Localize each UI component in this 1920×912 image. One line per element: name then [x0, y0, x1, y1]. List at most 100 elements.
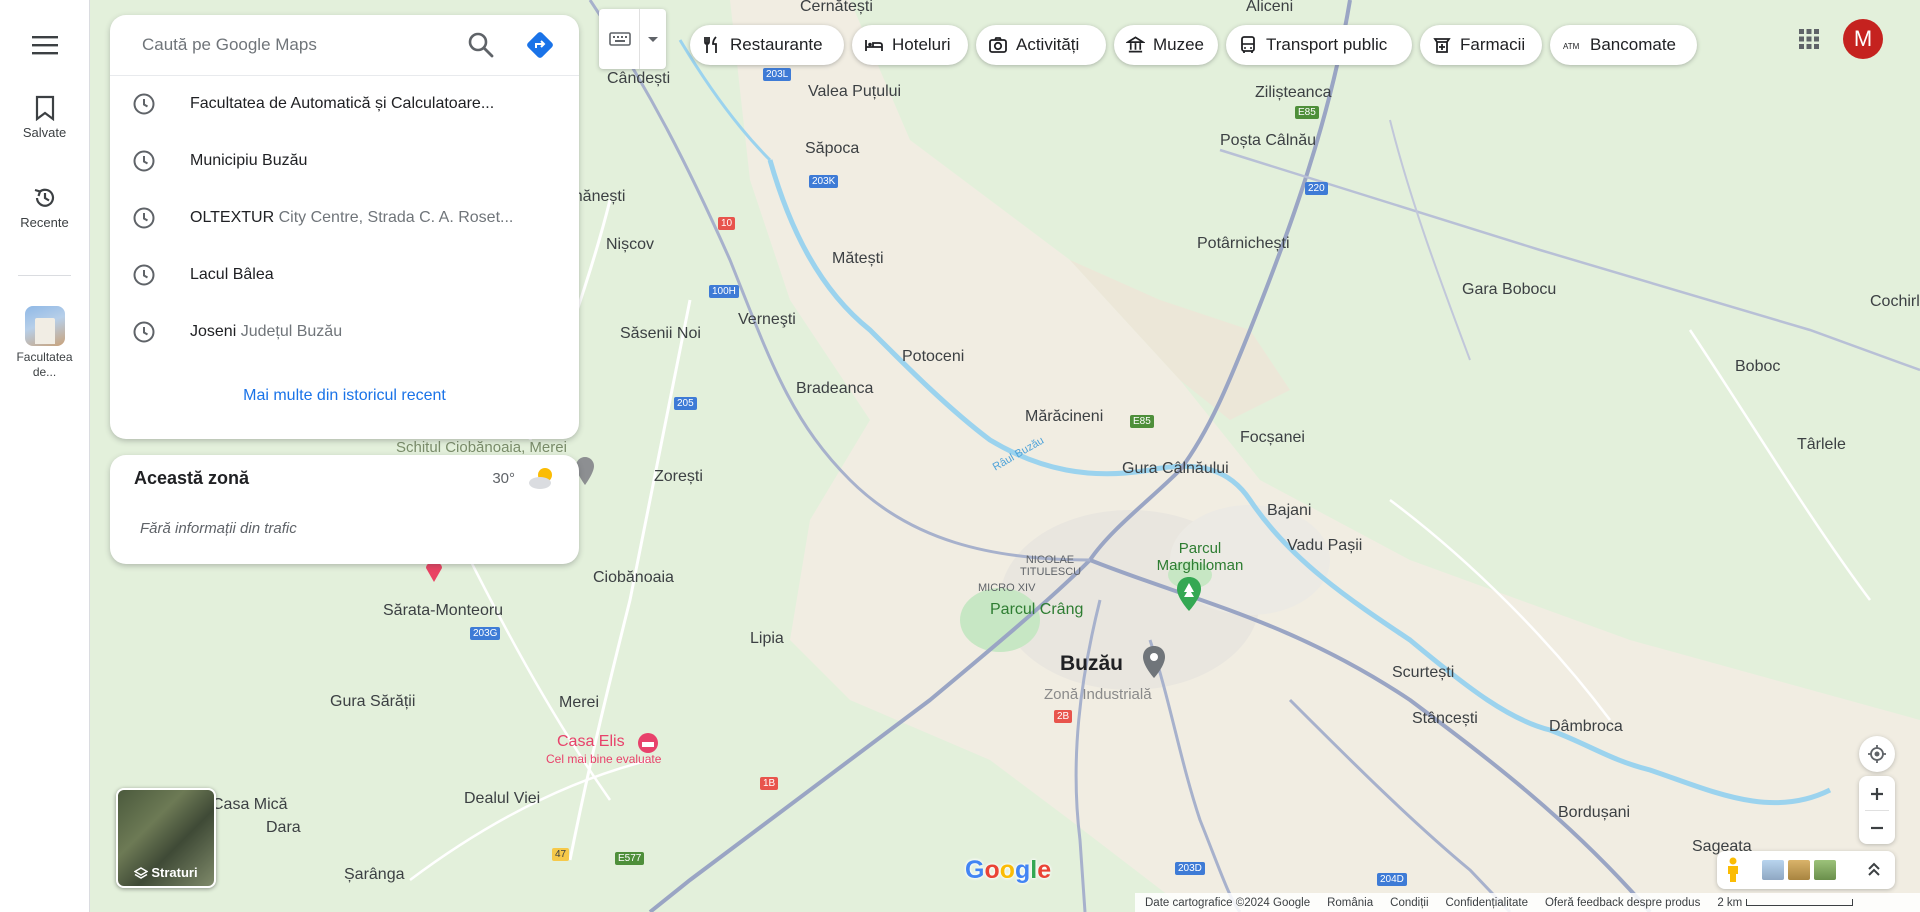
chip-museums[interactable]: Muzee	[1114, 25, 1218, 65]
place-label[interactable]: Gara Bobocu	[1462, 281, 1556, 299]
imagery-thumb[interactable]	[1762, 860, 1784, 880]
road-shield: 203D	[1175, 862, 1205, 875]
place-label[interactable]: Boboc	[1735, 358, 1780, 376]
search-bar	[110, 15, 579, 76]
place-label[interactable]: Aliceni	[1246, 0, 1293, 16]
menu-icon[interactable]	[32, 34, 58, 56]
caret-down-icon[interactable]	[647, 36, 659, 44]
place-label[interactable]: Casa Mică	[212, 796, 288, 814]
chip-transit[interactable]: Transport public	[1226, 25, 1412, 65]
search-input[interactable]	[140, 34, 444, 56]
poi-label[interactable]: Parcul Marghiloman	[1140, 540, 1260, 574]
imagery-thumb[interactable]	[1814, 860, 1836, 880]
poi-label[interactable]: Casa Elis	[557, 733, 625, 751]
place-label[interactable]: Lipia	[750, 630, 784, 648]
place-label[interactable]: Stâncești	[1412, 710, 1478, 728]
poi-label[interactable]: Zonă Industrială	[1044, 686, 1152, 703]
place-label[interactable]: Cochirleanca	[1870, 293, 1920, 311]
place-label[interactable]: Potârnichești	[1197, 235, 1290, 253]
chip-activities[interactable]: Activități	[976, 25, 1106, 65]
privacy-link[interactable]: Confidențialitate	[1446, 897, 1528, 909]
place-label[interactable]: Nișcov	[606, 236, 654, 254]
chip-atms[interactable]: ATM Bancomate	[1550, 25, 1697, 65]
place-label[interactable]: Zorești	[654, 468, 703, 486]
city-pin-icon[interactable]	[1142, 646, 1166, 678]
place-label[interactable]: Cândești	[607, 70, 670, 88]
red-pin-icon[interactable]	[426, 562, 442, 582]
area-info-card[interactable]: Această zonă 30° Fără informații din tra…	[110, 455, 579, 564]
my-location-button[interactable]	[1859, 736, 1895, 772]
poi-label[interactable]: Parcul Crâng	[990, 601, 1083, 619]
more-history-link[interactable]: Mai multe din istoricul recent	[110, 387, 579, 405]
place-label[interactable]: Mărăcineni	[1025, 408, 1103, 426]
recent-search-item[interactable]: OLTEXTUR City Centre, Strada C. A. Roset…	[110, 195, 579, 241]
place-label[interactable]: Valea Puțului	[808, 83, 901, 101]
place-label[interactable]: Șarânga	[344, 866, 405, 884]
search-icon[interactable]	[467, 31, 495, 59]
place-label[interactable]: Merei	[559, 694, 599, 712]
place-label[interactable]: Gura Câlnăului	[1122, 460, 1229, 478]
recent-button[interactable]: Recente	[0, 185, 89, 230]
poi-label[interactable]: Schitul Ciobănoaia, Merei	[396, 439, 567, 456]
road-shield: E85	[1295, 106, 1319, 119]
chip-label: Activități	[1016, 35, 1080, 54]
account-avatar[interactable]: M	[1843, 19, 1883, 59]
input-tools-button[interactable]	[599, 9, 666, 69]
place-label[interactable]: Verneşti	[738, 311, 796, 329]
place-label[interactable]: Sărata-Monteoru	[383, 602, 503, 620]
recent-search-item[interactable]: Facultatea de Automatică și Calculatoare…	[110, 81, 579, 127]
layers-button[interactable]: Straturi	[116, 788, 216, 888]
place-label[interactable]: Dara	[266, 819, 301, 837]
recent-place-shortcut[interactable]: Facultatea de...	[0, 306, 89, 380]
scale-label[interactable]: 2 km	[1717, 897, 1854, 909]
place-label[interactable]: Ciobănoaia	[593, 569, 674, 587]
place-label[interactable]: Săsenii Noi	[620, 325, 701, 343]
recent-search-item[interactable]: Municipiu Buzău	[110, 138, 579, 184]
imagery-thumb[interactable]	[1788, 860, 1810, 880]
place-label[interactable]: Târlele	[1797, 436, 1846, 454]
hotel-pin-icon[interactable]	[637, 732, 659, 754]
place-label[interactable]: Bradeanca	[796, 380, 873, 398]
place-label[interactable]: Săpoca	[805, 140, 859, 158]
directions-icon[interactable]	[525, 30, 555, 60]
feedback-link[interactable]: Oferă feedback despre produs	[1545, 897, 1700, 909]
place-label[interactable]: Bordușani	[1558, 804, 1630, 822]
chip-restaurants[interactable]: Restaurante	[690, 25, 844, 65]
road-shield: 203G	[470, 627, 501, 640]
chip-pharmacies[interactable]: Farmacii	[1420, 25, 1542, 65]
expand-up-icon[interactable]	[1866, 861, 1882, 879]
saved-button[interactable]: Salvate	[0, 95, 89, 140]
place-label[interactable]: Zilișteanca	[1255, 84, 1331, 102]
camera-icon	[989, 37, 1007, 53]
place-label[interactable]: Mătești	[832, 250, 884, 268]
place-thumbnail	[24, 306, 65, 346]
river-label: Râul Buzău	[990, 434, 1047, 474]
country-link[interactable]: România	[1327, 897, 1373, 909]
place-label[interactable]: Cernătești	[800, 0, 873, 16]
recent-item-text: Municipiu Buzău	[190, 152, 308, 169]
recent-search-item[interactable]: Lacul Bâlea	[110, 252, 579, 298]
place-label[interactable]: Buzău	[1060, 652, 1123, 676]
poi-label[interactable]: Cel mai bine evaluate	[546, 752, 661, 766]
road-shield: 10	[718, 217, 736, 230]
fork-knife-icon	[704, 36, 717, 53]
terms-link[interactable]: Condiții	[1390, 897, 1428, 909]
recent-search-item[interactable]: Joseni Județul Buzău	[110, 309, 579, 355]
place-label[interactable]: Dâmbroca	[1549, 718, 1623, 736]
zoom-in-icon[interactable]	[1869, 786, 1885, 802]
apps-grid-icon[interactable]	[1795, 25, 1823, 53]
google-logo: Google	[965, 856, 1052, 884]
place-label[interactable]: Gura Sărății	[330, 693, 415, 711]
place-label[interactable]: Poșta Câlnău	[1220, 132, 1316, 150]
chip-hotels[interactable]: Hoteluri	[852, 25, 968, 65]
place-label[interactable]: Dealul Viei	[464, 790, 540, 808]
park-pin-icon[interactable]	[1176, 577, 1202, 611]
place-label[interactable]: Bajani	[1267, 502, 1311, 520]
chip-label: Muzee	[1152, 35, 1204, 54]
pegman-icon[interactable]	[1725, 857, 1741, 883]
place-label[interactable]: Focșanei	[1240, 429, 1305, 447]
zoom-out-icon[interactable]	[1869, 820, 1885, 836]
place-label[interactable]: Potoceni	[902, 348, 964, 366]
place-label[interactable]: Scurtești	[1392, 664, 1454, 682]
place-label[interactable]: Vadu Pașii	[1287, 537, 1362, 555]
